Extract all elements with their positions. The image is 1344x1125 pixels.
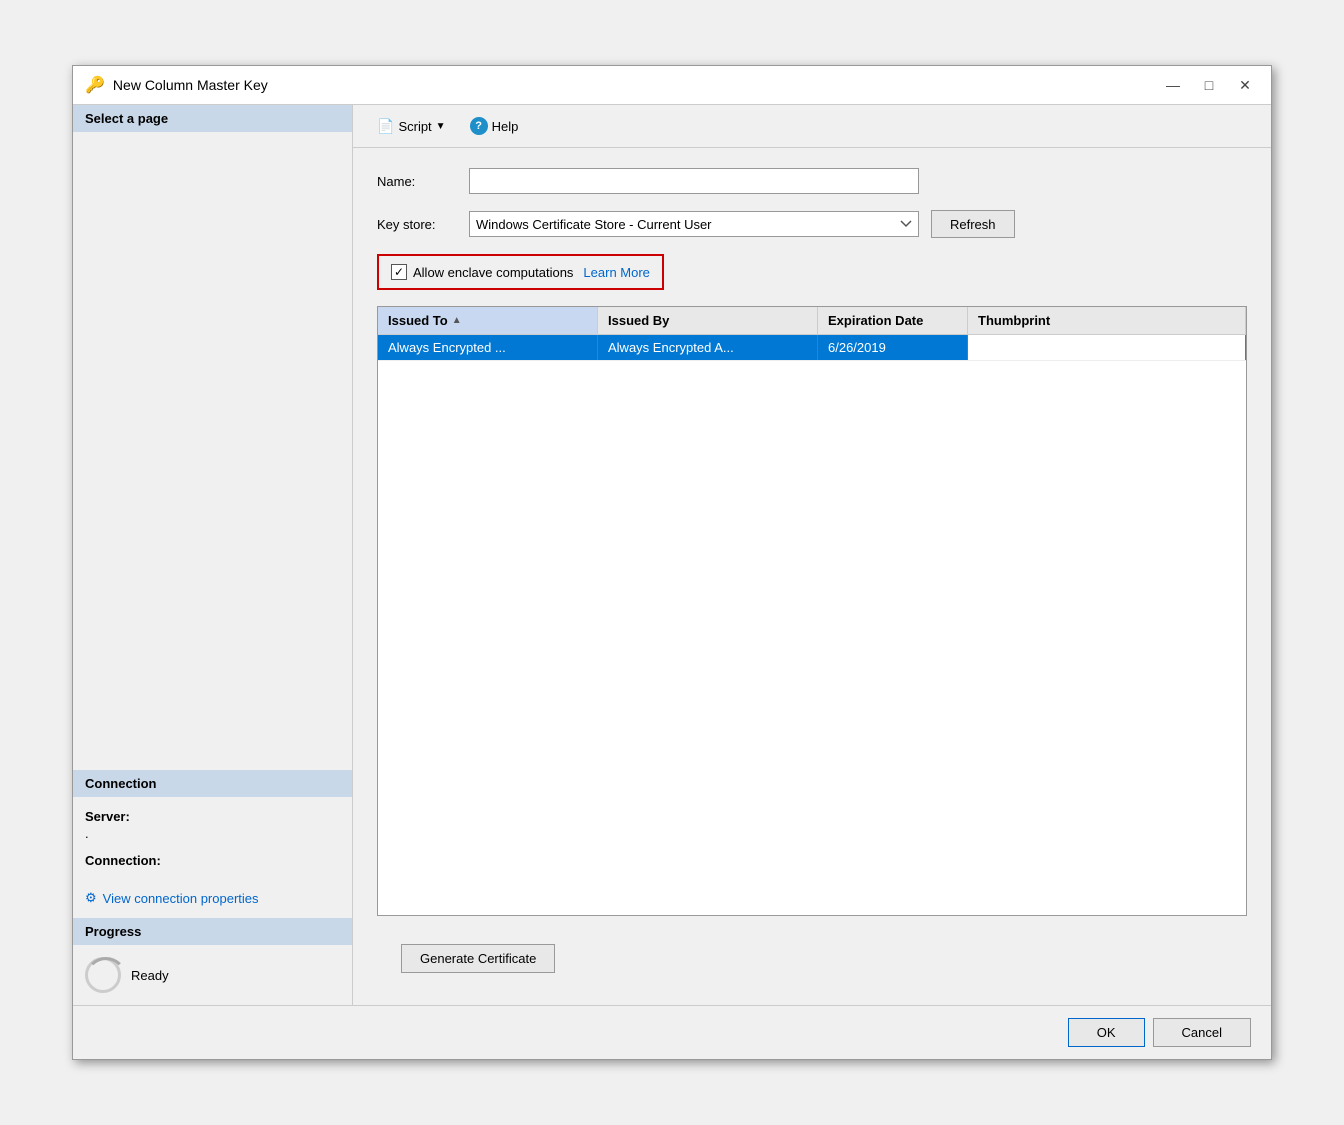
col-header-issued-to[interactable]: Issued To ▲ bbox=[378, 307, 598, 334]
cert-cell-expiration-0: 6/26/2019 bbox=[818, 335, 968, 360]
connection-icon: ⚙ bbox=[85, 890, 97, 906]
maximize-button[interactable]: □ bbox=[1195, 74, 1223, 96]
sidebar: Select a page Connection Server: . Conne… bbox=[73, 105, 353, 1005]
refresh-button[interactable]: Refresh bbox=[931, 210, 1015, 238]
cert-cell-thumbprint-0 bbox=[968, 335, 1246, 360]
key-store-select-wrapper: Windows Certificate Store - Current User… bbox=[469, 211, 919, 237]
close-button[interactable]: ✕ bbox=[1231, 74, 1259, 96]
title-bar-left: 🔑 New Column Master Key bbox=[85, 75, 268, 95]
col-thumbprint-label: Thumbprint bbox=[978, 313, 1050, 328]
server-label: Server: bbox=[85, 809, 340, 824]
title-bar: 🔑 New Column Master Key — □ ✕ bbox=[73, 66, 1271, 105]
cert-table-header: Issued To ▲ Issued By Expiration Date Th… bbox=[378, 307, 1246, 335]
col-expiration-label: Expiration Date bbox=[828, 313, 923, 328]
cert-table-body: Always Encrypted ... Always Encrypted A.… bbox=[378, 335, 1246, 915]
cert-cell-issued-to-0: Always Encrypted ... bbox=[378, 335, 598, 360]
progress-ready: Ready bbox=[85, 957, 340, 993]
col-issued-by-label: Issued By bbox=[608, 313, 669, 328]
name-label: Name: bbox=[377, 174, 457, 189]
certificate-table: Issued To ▲ Issued By Expiration Date Th… bbox=[377, 306, 1247, 916]
select-page-header: Select a page bbox=[73, 105, 352, 132]
minimize-button[interactable]: — bbox=[1159, 74, 1187, 96]
name-row: Name: bbox=[377, 168, 1247, 194]
col-header-issued-by[interactable]: Issued By bbox=[598, 307, 818, 334]
toolbar: 📄 Script ▼ ? Help bbox=[353, 105, 1271, 148]
key-store-label: Key store: bbox=[377, 217, 457, 232]
enclave-checkbox-wrapper: Allow enclave computations bbox=[391, 264, 573, 280]
script-button[interactable]: 📄 Script ▼ bbox=[369, 114, 454, 139]
cancel-button[interactable]: Cancel bbox=[1153, 1018, 1251, 1047]
window-controls: — □ ✕ bbox=[1159, 74, 1259, 96]
bottom-actions: Generate Certificate bbox=[377, 932, 1247, 985]
connection-section: Server: . Connection: ⚙ View connection … bbox=[73, 797, 352, 918]
help-label: Help bbox=[492, 119, 519, 134]
col-header-thumbprint[interactable]: Thumbprint bbox=[968, 307, 1246, 334]
sidebar-pages-content bbox=[73, 132, 352, 770]
script-label: Script bbox=[398, 119, 431, 134]
key-store-row: Key store: Windows Certificate Store - C… bbox=[377, 210, 1247, 238]
progress-section: Ready bbox=[73, 945, 352, 1005]
form-area: Name: Key store: Windows Certificate Sto… bbox=[353, 148, 1271, 1005]
ok-button[interactable]: OK bbox=[1068, 1018, 1145, 1047]
window-title: New Column Master Key bbox=[113, 77, 268, 93]
content-area: Select a page Connection Server: . Conne… bbox=[73, 105, 1271, 1005]
script-icon: 📄 bbox=[377, 118, 394, 135]
learn-more-link[interactable]: Learn More bbox=[583, 265, 649, 280]
col-header-expiration[interactable]: Expiration Date bbox=[818, 307, 968, 334]
connection-label: Connection: bbox=[85, 853, 340, 868]
view-connection-label: View connection properties bbox=[103, 891, 259, 906]
ready-label: Ready bbox=[131, 968, 169, 983]
progress-header: Progress bbox=[73, 918, 352, 945]
footer: OK Cancel bbox=[73, 1005, 1271, 1059]
main-panel: 📄 Script ▼ ? Help Name: Key store bbox=[353, 105, 1271, 1005]
allow-enclave-checkbox[interactable] bbox=[391, 264, 407, 280]
cert-row-0[interactable]: Always Encrypted ... Always Encrypted A.… bbox=[378, 335, 1246, 361]
allow-enclave-label: Allow enclave computations bbox=[413, 265, 573, 280]
server-value: . bbox=[85, 826, 340, 841]
progress-spinner bbox=[85, 957, 121, 993]
enclave-section: Allow enclave computations Learn More bbox=[377, 254, 664, 290]
sort-arrow-icon: ▲ bbox=[452, 315, 462, 326]
col-issued-to-label: Issued To bbox=[388, 313, 448, 328]
view-connection-properties-link[interactable]: ⚙ View connection properties bbox=[85, 890, 340, 906]
connection-header: Connection bbox=[73, 770, 352, 797]
help-button[interactable]: ? Help bbox=[462, 113, 527, 139]
name-input[interactable] bbox=[469, 168, 919, 194]
window-icon: 🔑 bbox=[85, 75, 105, 95]
main-window: 🔑 New Column Master Key — □ ✕ Select a p… bbox=[72, 65, 1272, 1060]
key-store-select[interactable]: Windows Certificate Store - Current User… bbox=[469, 211, 919, 237]
script-dropdown-icon: ▼ bbox=[436, 121, 446, 132]
help-icon: ? bbox=[470, 117, 488, 135]
generate-certificate-button[interactable]: Generate Certificate bbox=[401, 944, 555, 973]
cert-cell-issued-by-0: Always Encrypted A... bbox=[598, 335, 818, 360]
